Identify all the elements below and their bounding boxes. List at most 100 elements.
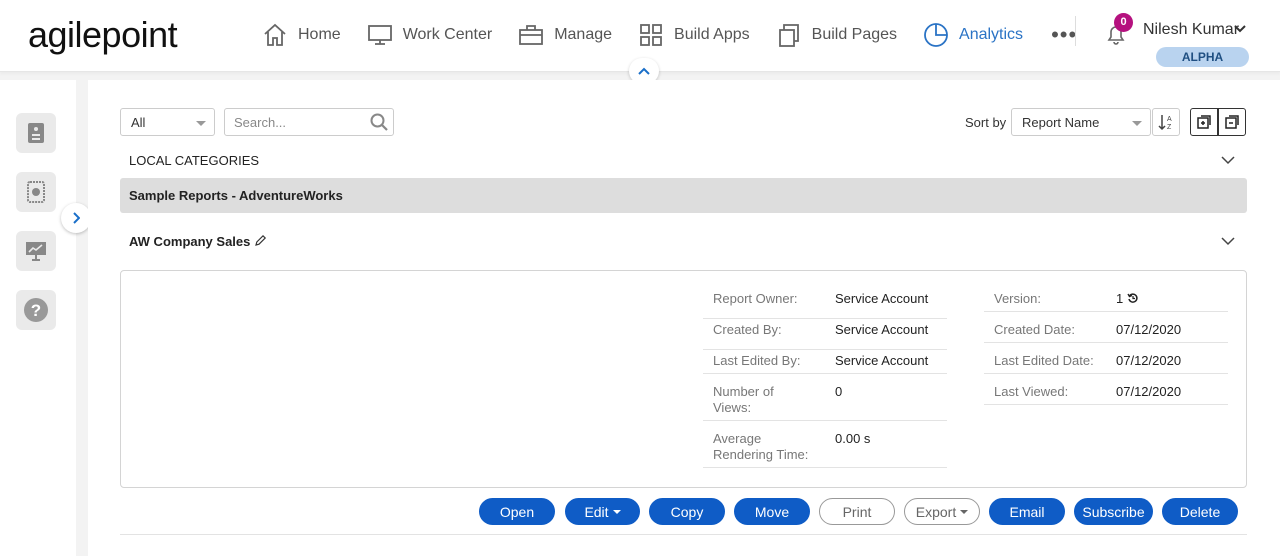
- filter-select-value: All: [131, 115, 146, 130]
- subscribe-button-label: Subscribe: [1082, 503, 1145, 520]
- version-history-icon[interactable]: [1127, 292, 1139, 304]
- prop-key: Number of Views:: [713, 384, 774, 415]
- open-button-label: Open: [499, 503, 535, 520]
- sort-direction-button[interactable]: AZ: [1152, 108, 1180, 136]
- chevron-down-icon[interactable]: [1221, 156, 1235, 165]
- sort-select-value: Report Name: [1022, 115, 1100, 130]
- header-divider: [1075, 16, 1076, 46]
- divider: [120, 534, 1247, 535]
- report-title[interactable]: AW Company Sales: [129, 234, 267, 249]
- report-details-card: Report Owner: Service Account Created By…: [120, 270, 1247, 488]
- prop-key: Last Edited Date:: [994, 353, 1094, 368]
- rail-help-button[interactable]: ?: [16, 290, 56, 330]
- prop-key: Created By:: [713, 322, 782, 337]
- prop-value: 0: [835, 384, 843, 399]
- agilepoint-logo[interactable]: agilepoint: [28, 14, 178, 56]
- nav-more-icon[interactable]: •••: [1051, 22, 1077, 48]
- schedule-book-icon: [27, 181, 45, 203]
- divider: [984, 311, 1228, 312]
- divider: [703, 349, 947, 350]
- svg-text:A: A: [1167, 116, 1172, 123]
- nav-build-pages-label: Build Pages: [811, 26, 898, 43]
- email-button-label: Email: [1009, 503, 1045, 520]
- prop-key: Last Edited By:: [713, 353, 801, 368]
- nav-analytics[interactable]: Analytics: [923, 22, 1023, 48]
- print-button[interactable]: Print: [819, 498, 895, 525]
- prop-value: Service Account: [835, 353, 929, 368]
- chevron-down-icon[interactable]: [1221, 237, 1235, 246]
- rail-scheduled-button[interactable]: [16, 172, 56, 212]
- main-nav: Home Work Center Manage Build Apps Build…: [262, 18, 1077, 52]
- copy-button[interactable]: Copy: [649, 498, 725, 525]
- prop-key: Created Date:: [994, 322, 1075, 337]
- divider: [984, 373, 1228, 374]
- local-categories-heading: LOCAL CATEGORIES: [129, 153, 260, 168]
- edit-button[interactable]: Edit: [565, 498, 640, 525]
- report-book-icon: [28, 123, 44, 143]
- prop-value: 07/12/2020: [1116, 353, 1182, 368]
- search-input[interactable]: [224, 108, 394, 136]
- copy-button-label: Copy: [670, 503, 704, 520]
- pie-chart-icon: [924, 23, 948, 47]
- prop-key: Report Owner:: [713, 291, 798, 306]
- divider: [703, 420, 947, 421]
- left-rail: ?: [0, 80, 76, 556]
- report-title-text: AW Company Sales: [129, 234, 251, 249]
- chevron-down-icon[interactable]: [1233, 24, 1247, 34]
- sort-az-icon: AZ: [1158, 115, 1172, 131]
- nav-analytics-label: Analytics: [959, 26, 1024, 43]
- svg-text:?: ?: [31, 301, 41, 320]
- nav-work-center[interactable]: Work Center: [367, 23, 493, 47]
- subscribe-button[interactable]: Subscribe: [1074, 498, 1153, 525]
- rail-presentation-button[interactable]: [16, 231, 56, 271]
- pages-icon: [778, 24, 799, 47]
- divider: [984, 342, 1228, 343]
- nav-build-pages[interactable]: Build Pages: [776, 23, 897, 47]
- pencil-icon[interactable]: [254, 234, 267, 247]
- svg-text:Z: Z: [1167, 124, 1172, 131]
- help-icon: ?: [24, 298, 48, 322]
- environment-badge: ALPHA: [1156, 47, 1249, 67]
- open-button[interactable]: Open: [479, 498, 555, 525]
- grid-icon: [640, 24, 662, 46]
- nav-build-apps-label: Build Apps: [674, 26, 750, 43]
- caret-down-icon: [960, 509, 969, 514]
- prop-key: Version:: [994, 291, 1041, 306]
- prop-value: Service Account: [835, 291, 929, 306]
- delete-button[interactable]: Delete: [1162, 498, 1238, 525]
- prop-value: 07/12/2020: [1116, 322, 1182, 337]
- prop-value: 07/12/2020: [1116, 384, 1182, 399]
- nav-build-apps[interactable]: Build Apps: [638, 23, 750, 47]
- email-button[interactable]: Email: [989, 498, 1065, 525]
- export-button[interactable]: Export: [904, 498, 980, 525]
- nav-home[interactable]: Home: [262, 23, 341, 47]
- move-button-label: Move: [754, 503, 790, 520]
- collapse-all-button[interactable]: [1218, 108, 1246, 136]
- rail-reports-button[interactable]: [16, 113, 56, 153]
- prop-value: 1: [1116, 291, 1124, 306]
- category-row-selected[interactable]: Sample Reports - AdventureWorks: [120, 178, 1247, 213]
- user-name[interactable]: Nilesh Kumar: [1143, 21, 1239, 39]
- divider: [984, 404, 1228, 405]
- nav-work-center-label: Work Center: [402, 26, 493, 43]
- sort-by-label: Sort by: [965, 115, 1007, 130]
- nav-manage[interactable]: Manage: [518, 23, 612, 47]
- expand-all-button[interactable]: [1190, 108, 1218, 136]
- print-button-label: Print: [842, 503, 872, 520]
- divider: [703, 373, 947, 374]
- main-panel: All Sort by Report Name AZ LOCAL CATEGOR…: [88, 80, 1280, 556]
- sort-select[interactable]: Report Name: [1011, 108, 1151, 136]
- chevron-up-icon: [638, 67, 650, 75]
- caret-down-icon: [196, 121, 206, 126]
- prop-key: Average Rendering Time:: [713, 431, 809, 462]
- filter-select[interactable]: All: [120, 108, 215, 136]
- prop-value: Service Account: [835, 322, 929, 337]
- nav-manage-label: Manage: [554, 26, 613, 43]
- nav-home-label: Home: [298, 26, 341, 43]
- search-icon[interactable]: [370, 113, 388, 131]
- prop-value-wrap: 1: [1116, 291, 1139, 307]
- divider: [703, 318, 947, 319]
- home-icon: [264, 23, 286, 46]
- expand-rail-button[interactable]: [61, 203, 91, 233]
- move-button[interactable]: Move: [734, 498, 810, 525]
